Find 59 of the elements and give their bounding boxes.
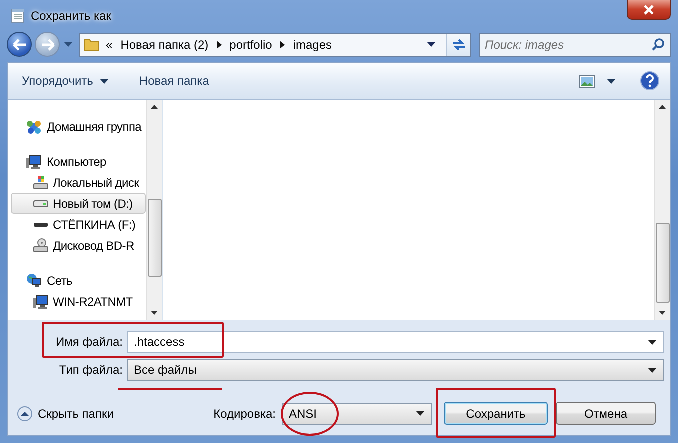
scroll-down-icon[interactable] bbox=[659, 311, 666, 315]
sidebar-item[interactable]: Локальный диск bbox=[11, 172, 146, 193]
sidebar-item[interactable]: СТЁПКИНА (F:) bbox=[11, 214, 146, 235]
address-bar[interactable]: « Новая папка (2) portfolio images bbox=[79, 32, 471, 56]
hide-folders-button[interactable]: Скрыть папки bbox=[14, 404, 117, 424]
caret-icon[interactable] bbox=[427, 42, 436, 48]
file-name-field[interactable]: .htaccess bbox=[127, 331, 664, 353]
encoding-dropdown[interactable]: ANSI bbox=[282, 402, 432, 424]
caret-icon bbox=[416, 411, 425, 416]
homegroup-icon bbox=[26, 118, 42, 134]
caret-icon bbox=[648, 340, 657, 344]
sidebar-item[interactable]: Дисковод BD-R bbox=[11, 235, 146, 256]
new-folder-button[interactable]: Новая папка bbox=[131, 70, 218, 92]
scroll-down-icon[interactable] bbox=[151, 311, 158, 315]
field-label: Кодировка: bbox=[214, 406, 276, 420]
scroll-up-icon[interactable] bbox=[151, 105, 158, 109]
breadcrumb-item[interactable]: portfolio bbox=[230, 38, 272, 52]
sidebar-item[interactable]: Сеть bbox=[11, 270, 146, 291]
network-icon bbox=[26, 272, 42, 288]
search-icon bbox=[652, 38, 665, 50]
scrollbar[interactable] bbox=[146, 100, 162, 320]
breadcrumb-item[interactable]: Новая папка (2) bbox=[120, 38, 209, 52]
caret-icon bbox=[100, 78, 110, 84]
scroll-up-icon[interactable] bbox=[659, 105, 666, 109]
sidebar-item[interactable]: Домашняя группа bbox=[11, 116, 146, 137]
search-field[interactable]: Поиск: images bbox=[479, 32, 671, 56]
optical-drive-icon bbox=[33, 238, 49, 254]
sidebar-item[interactable]: Новый том (D:) bbox=[11, 193, 146, 214]
organize-button[interactable]: Упорядочить bbox=[14, 70, 118, 92]
caret-icon bbox=[648, 368, 657, 372]
field-label: Тип файла: bbox=[58, 363, 124, 377]
collapse-icon bbox=[17, 406, 33, 422]
field-label: Имя файла: bbox=[55, 335, 124, 349]
overflow-chevron[interactable]: « bbox=[106, 38, 113, 52]
drive-icon bbox=[33, 174, 49, 190]
refresh-button[interactable] bbox=[446, 34, 470, 56]
back-button[interactable] bbox=[7, 32, 32, 57]
close-icon bbox=[643, 4, 655, 14]
arrow-right-icon bbox=[40, 38, 54, 50]
caret-icon[interactable] bbox=[607, 78, 616, 84]
sidebar-item[interactable]: Компьютер bbox=[11, 151, 146, 172]
computer-icon bbox=[26, 154, 42, 170]
close-button[interactable] bbox=[627, 0, 671, 20]
computer-icon bbox=[33, 294, 49, 310]
notepad-icon bbox=[11, 8, 25, 24]
drive-icon bbox=[33, 222, 49, 228]
scrollbar[interactable] bbox=[654, 100, 670, 320]
breadcrumb-item[interactable]: images bbox=[293, 38, 332, 52]
file-type-dropdown[interactable]: Все файлы bbox=[127, 359, 664, 381]
cancel-button[interactable]: Отмена bbox=[556, 402, 656, 425]
folder-icon bbox=[84, 36, 100, 52]
arrow-left-icon bbox=[12, 38, 26, 50]
chevron-icon bbox=[280, 40, 286, 48]
window-title: Сохранить как bbox=[31, 8, 112, 22]
refresh-icon bbox=[450, 38, 466, 52]
chevron-icon bbox=[216, 40, 222, 48]
sidebar-item[interactable]: WIN-R2ATNMT bbox=[11, 291, 146, 312]
drive-icon bbox=[33, 200, 49, 208]
save-button[interactable]: Сохранить bbox=[444, 402, 548, 425]
